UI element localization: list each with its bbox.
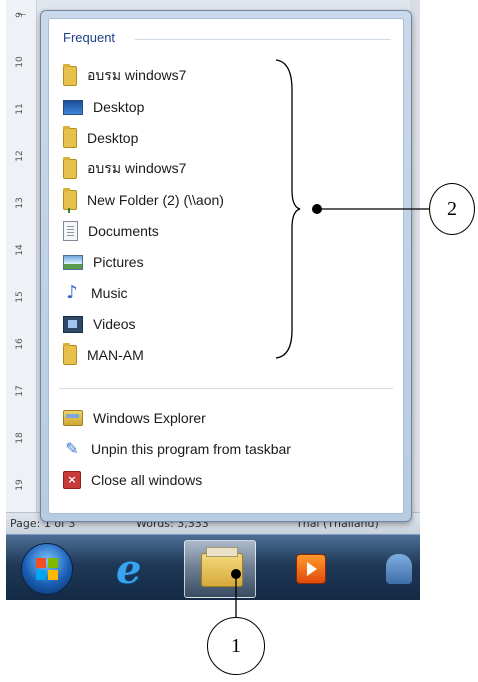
callout-2: 2: [429, 183, 475, 235]
callout-1: 1: [207, 617, 265, 675]
annotation-brace: [275, 59, 301, 359]
annotation-overlay: [231, 59, 429, 618]
